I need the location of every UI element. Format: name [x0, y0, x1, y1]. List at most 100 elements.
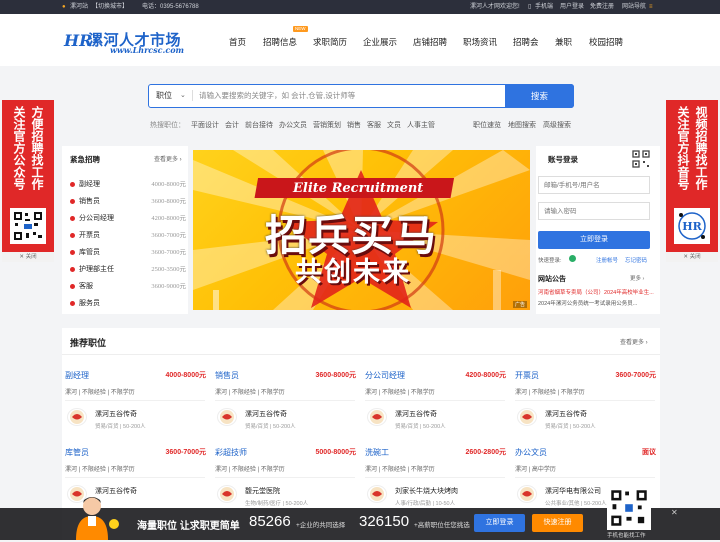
menu-icon[interactable]: ≡	[649, 0, 653, 14]
switch-city-link[interactable]: 【切换城市】	[92, 0, 128, 14]
company-name[interactable]: 馥元堂医院	[245, 486, 280, 496]
site-nav-link[interactable]: 网站导航	[622, 0, 646, 14]
chevron-down-icon[interactable]: ⌄	[180, 85, 186, 106]
forgot-password-link[interactable]: 忘记密码	[625, 256, 647, 264]
login-button[interactable]: 立即登录	[474, 514, 525, 532]
company-logo[interactable]	[367, 408, 387, 426]
list-item[interactable]: 副经理 4000-8000元	[70, 176, 186, 193]
list-item[interactable]: 护理部主任 2500-3500元	[70, 261, 186, 278]
register-link[interactable]: 免费注册	[590, 0, 614, 14]
password-field[interactable]	[538, 202, 650, 220]
more-link[interactable]: 查看更多 ›	[154, 154, 182, 163]
job-title[interactable]: 库管员	[65, 447, 89, 458]
company-name[interactable]: 漯河华电有限公司	[545, 486, 601, 496]
left-side-ad[interactable]: 关注官方公众号 方便招聘找工作 ✕ 关闭	[2, 100, 54, 262]
login-button[interactable]: 立即登录	[538, 231, 650, 249]
job-requirements: 漯河 | 不限经验 | 不限学历	[215, 467, 285, 473]
notice-item[interactable]: 2024年漯河公务员统一考试录用公务员...	[538, 299, 658, 307]
job-title[interactable]: 销售员	[215, 370, 239, 381]
qr-code-icon	[10, 208, 46, 244]
close-icon[interactable]: ✕	[671, 508, 678, 517]
job-title[interactable]: 副经理	[65, 370, 89, 381]
company-logo[interactable]	[217, 485, 237, 503]
nav-resumes[interactable]: 求职简历	[313, 36, 347, 48]
company-info: 贸易/百货 | 50-200人	[545, 424, 596, 430]
login-link[interactable]: 用户登录	[560, 0, 584, 14]
nav-job-fair[interactable]: 招聘会	[513, 36, 539, 48]
company-count: 85266	[249, 513, 291, 530]
divider	[365, 477, 505, 478]
hot-keyword[interactable]: 办公文员	[279, 122, 307, 129]
job-card[interactable]: 洗碗工 2600-2800元 漯河 | 不限经验 | 不限学历 刘家长牛烧大块烤肉 人事…	[362, 437, 508, 513]
search-category-select[interactable]: 职位	[156, 85, 172, 106]
job-title[interactable]: 办公文员	[515, 447, 547, 458]
hot-keyword[interactable]: 人事主管	[407, 122, 435, 129]
username-field[interactable]	[538, 176, 650, 194]
current-city: 漯河站	[70, 4, 89, 10]
qr-login-icon[interactable]	[632, 150, 650, 168]
panel-title: 紧急招聘	[70, 155, 100, 164]
list-item[interactable]: 分公司经理 4200-8000元	[70, 210, 186, 227]
more-link[interactable]: 查看更多 ›	[620, 337, 648, 346]
nav-campus[interactable]: 校园招聘	[589, 36, 623, 48]
nav-news[interactable]: 职场资讯	[463, 36, 497, 48]
job-card[interactable]: 开票员 3600-7000元 漯河 | 不限经验 | 不限学历 漯河五谷传奇 贸易/百货…	[512, 360, 658, 436]
hot-keyword[interactable]: 营销策划	[313, 122, 341, 129]
company-logo[interactable]	[517, 408, 537, 426]
search-input[interactable]	[199, 87, 499, 104]
main-banner[interactable]: Elite Recruitment 招兵买马 共创未来 广告	[193, 150, 530, 310]
nav-jobs[interactable]: 招聘信息	[263, 36, 297, 48]
notice-item[interactable]: 河南省烟草专卖局（公司）2024年高校毕业生...	[538, 288, 658, 296]
company-name[interactable]: 漯河五谷传奇	[395, 409, 437, 419]
nav-shop-jobs[interactable]: 店铺招聘	[413, 36, 447, 48]
company-logo[interactable]	[217, 408, 237, 426]
hot-keyword[interactable]: 销售	[347, 122, 361, 129]
right-side-ad[interactable]: 关注官方抖音号 视频招聘找工作 HR ✕ 关闭	[666, 100, 718, 262]
logo-mark[interactable]: HR	[64, 31, 92, 53]
company-logo[interactable]	[67, 408, 87, 426]
hot-keyword[interactable]: 客服	[367, 122, 381, 129]
register-account-link[interactable]: 注册帐号	[596, 256, 618, 264]
list-item[interactable]: 库管员 3600-7000元	[70, 244, 186, 261]
job-card[interactable]: 销售员 3600-8000元 漯河 | 不限经验 | 不限学历 漯河五谷传奇 贸易/百货…	[212, 360, 358, 436]
hot-keyword[interactable]: 平面设计	[191, 122, 219, 129]
svg-text:HR: HR	[682, 220, 702, 233]
nav-home[interactable]: 首页	[229, 36, 246, 48]
hot-keyword[interactable]: 文员	[387, 122, 401, 129]
list-item[interactable]: 销售员 3600-8000元	[70, 193, 186, 210]
job-title[interactable]: 开票员	[515, 370, 539, 381]
job-card[interactable]: 副经理 4000-8000元 漯河 | 不限经验 | 不限学历 漯河五谷传奇 贸易/百货…	[62, 360, 208, 436]
company-name[interactable]: 漯河五谷传奇	[245, 409, 287, 419]
job-requirements: 漯河 | 不限经验 | 不限学历	[65, 467, 135, 473]
hot-keyword[interactable]: 前台接待	[245, 122, 273, 129]
close-ad-button[interactable]: ✕ 关闭	[666, 252, 718, 262]
company-name[interactable]: 刘家长牛烧大块烤肉	[395, 486, 458, 496]
job-title[interactable]: 洗碗工	[365, 447, 389, 458]
notice-more-link[interactable]: 更多 ›	[630, 274, 644, 282]
job-browse-link[interactable]: 职位速览	[473, 122, 501, 129]
close-ad-button[interactable]: ✕ 关闭	[2, 252, 54, 262]
nav-part-time[interactable]: 兼职	[555, 36, 572, 48]
job-title[interactable]: 分公司经理	[365, 370, 405, 381]
register-button[interactable]: 快速注册	[532, 514, 583, 532]
job-card[interactable]: 分公司经理 4200-8000元 漯河 | 不限经验 | 不限学历 漯河五谷传奇 贸易/…	[362, 360, 508, 436]
hot-keyword[interactable]: 会计	[225, 122, 239, 129]
advanced-search-link[interactable]: 高级搜索	[543, 122, 571, 129]
list-item[interactable]: 开票员 3600-7000元	[70, 227, 186, 244]
company-name[interactable]: 漯河五谷传奇	[545, 409, 587, 419]
mobile-link[interactable]: 手机端	[535, 0, 553, 14]
nav-companies[interactable]: 企业展示	[363, 36, 397, 48]
job-title[interactable]: 彩超技师	[215, 447, 247, 458]
company-logo[interactable]	[367, 485, 387, 503]
divider	[215, 400, 355, 401]
map-search-link[interactable]: 地图搜索	[508, 122, 536, 129]
company-name[interactable]: 漯河五谷传奇	[95, 409, 137, 419]
company-logo[interactable]	[517, 485, 537, 503]
job-card[interactable]: 彩超技师 5000-8000元 漯河 | 不限经验 | 不限学历 馥元堂医院 生物/制药…	[212, 437, 358, 513]
wechat-icon[interactable]	[569, 255, 576, 262]
list-item[interactable]: 客服 3600-9000元	[70, 278, 186, 295]
search-links: 职位速览 地图搜索 高级搜索	[473, 120, 578, 130]
list-item[interactable]: 服务员	[70, 295, 186, 312]
job-salary: 4200-8000元	[465, 372, 506, 379]
search-button[interactable]: 搜索	[505, 83, 574, 108]
